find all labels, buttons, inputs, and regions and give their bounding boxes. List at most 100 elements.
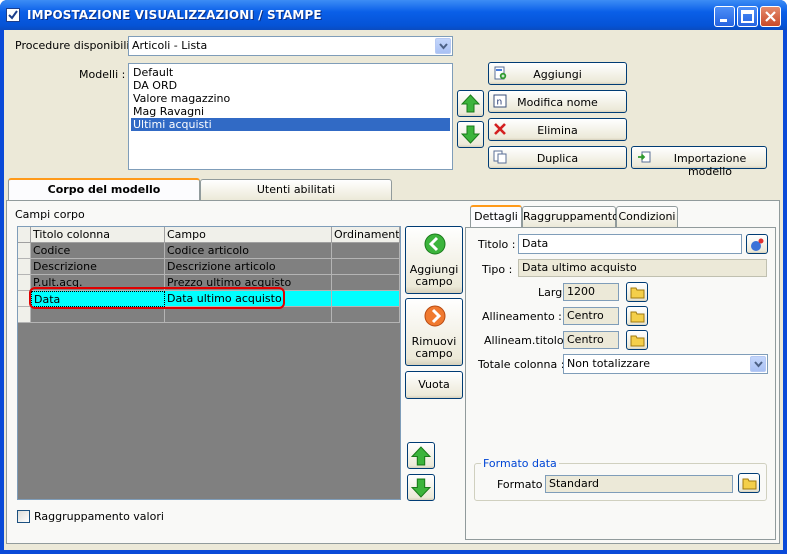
arrow-right-icon [424, 305, 446, 327]
aggiungi-label: Aggiungi [533, 68, 582, 81]
table-cell[interactable] [332, 307, 400, 323]
maximize-icon [741, 10, 754, 23]
checkmark-icon [6, 8, 20, 22]
rimuovi-campo-label: Rimuovi campo [411, 335, 457, 360]
table-cell[interactable]: Codice [31, 243, 165, 259]
table-row[interactable]: Codice Codice articolo [18, 243, 400, 259]
column-header[interactable]: Titolo colonna [31, 227, 165, 243]
modifica-nome-label: Modifica nome [517, 96, 598, 109]
close-button[interactable] [760, 6, 781, 27]
elimina-button[interactable]: Elimina [488, 118, 627, 141]
tab-raggruppamento-label: Raggruppamento [523, 210, 619, 223]
tipo-value: Data ultimo acquisto [518, 259, 767, 277]
raggruppamento-valori-checkbox[interactable] [17, 510, 30, 523]
row-indicator [18, 307, 31, 323]
tab-condizioni[interactable]: Condizioni [616, 206, 678, 227]
importazione-modello-button[interactable]: Importazione modello [631, 146, 767, 178]
allineam-titolo-label: Allineam.titolo : [484, 334, 571, 347]
row-indicator [18, 275, 31, 291]
importazione-label: Importazione modello [673, 152, 747, 178]
column-header[interactable]: Campo [165, 227, 332, 243]
tipo-label: Tipo : [482, 263, 513, 276]
table-cell[interactable] [31, 307, 165, 323]
move-down-button[interactable] [457, 121, 484, 148]
vuota-button[interactable]: Vuota [405, 371, 463, 399]
aggiungi-button[interactable]: Aggiungi [488, 62, 627, 85]
totale-colonna-select[interactable]: Non totalizzare [563, 354, 768, 374]
list-item[interactable]: Mag Ravagni [131, 105, 450, 118]
allineamento-label: Allineamento : [482, 310, 562, 323]
window-client: Procedure disponibili : Articoli - Lista… [4, 30, 783, 550]
duplica-label: Duplica [536, 152, 579, 165]
formato-data-title: Formato data [481, 457, 559, 470]
title-bar: IMPOSTAZIONE VISUALIZZAZIONI / STAMPE [0, 0, 787, 30]
modelli-listbox[interactable]: Default DA ORD Valore magazzino Mag Rava… [128, 63, 453, 170]
chevron-down-icon [439, 43, 448, 50]
row-indicator [18, 243, 31, 259]
folder-icon [742, 478, 757, 490]
formato-label: Formato : [497, 478, 550, 491]
list-item-selected[interactable]: Ultimi acquisti [131, 118, 450, 131]
maximize-button[interactable] [737, 6, 758, 27]
raggruppamento-valori-label: Raggruppamento valori [34, 510, 164, 523]
modifica-nome-button[interactable]: n Modifica nome [488, 90, 627, 113]
table-cell[interactable] [165, 307, 332, 323]
table-cell[interactable] [332, 291, 400, 307]
dropdown-button[interactable] [435, 38, 451, 54]
table-cell[interactable]: Codice articolo [165, 243, 332, 259]
tab-corpo-del-modello[interactable]: Corpo del modello [8, 178, 200, 200]
folder-icon [630, 335, 645, 347]
palette-icon [751, 238, 764, 251]
table-cell[interactable]: Descrizione articolo [165, 259, 332, 275]
allineam-titolo-folder-button[interactable] [626, 330, 648, 350]
app-window: IMPOSTAZIONE VISUALIZZAZIONI / STAMPE Pr… [0, 0, 787, 554]
allineamento-folder-button[interactable] [626, 306, 648, 326]
arrow-up-icon [461, 94, 480, 113]
list-item[interactable]: Default [131, 66, 450, 79]
procedure-value: Articoli - Lista [132, 39, 208, 52]
minimize-icon [720, 19, 727, 22]
allineam-titolo-value[interactable]: Centro [563, 331, 619, 349]
tab-raggruppamento[interactable]: Raggruppamento [522, 206, 619, 227]
titolo-input[interactable]: Data [518, 234, 742, 254]
allineamento-value[interactable]: Centro [563, 307, 619, 325]
color-picker-button[interactable] [746, 234, 768, 254]
table-header: Titolo colonna Campo Ordinamento [18, 227, 400, 243]
field-down-button[interactable] [407, 474, 435, 501]
procedure-label: Procedure disponibili : [15, 39, 137, 52]
table-cell[interactable] [332, 259, 400, 275]
totale-colonna-value: Non totalizzare [567, 357, 650, 370]
larg-value[interactable]: 1200 [563, 283, 619, 301]
totale-colonna-label: Totale colonna : [478, 358, 565, 371]
import-icon [638, 151, 651, 163]
tab-dettagli[interactable]: Dettagli [470, 205, 522, 227]
list-item[interactable]: Valore magazzino [131, 92, 450, 105]
field-up-button[interactable] [407, 442, 435, 469]
table-cell[interactable] [332, 275, 400, 291]
dropdown-button[interactable] [750, 356, 766, 372]
tab-condizioni-label: Condizioni [618, 210, 676, 223]
aggiungi-campo-label: Aggiungi campo [409, 263, 459, 288]
chevron-down-icon [754, 361, 763, 368]
table-row[interactable]: Descrizione Descrizione articolo [18, 259, 400, 275]
arrow-down-icon [461, 125, 480, 144]
duplica-button[interactable]: Duplica [488, 146, 627, 169]
formato-value[interactable]: Standard [545, 475, 733, 493]
campi-grid[interactable]: Titolo colonna Campo Ordinamento Codice … [17, 226, 401, 500]
row-indicator [18, 259, 31, 275]
table-cell[interactable] [332, 243, 400, 259]
rimuovi-campo-button[interactable]: Rimuovi campo [405, 298, 463, 366]
list-item[interactable]: DA ORD [131, 79, 450, 92]
formato-folder-button[interactable] [738, 473, 760, 493]
arrow-up-icon [411, 446, 431, 466]
table-cell[interactable]: Descrizione [31, 259, 165, 275]
minimize-button[interactable] [714, 6, 735, 27]
tab-utenti-abilitati[interactable]: Utenti abilitati [200, 179, 392, 200]
aggiungi-campo-button[interactable]: Aggiungi campo [405, 226, 463, 294]
procedure-select[interactable]: Articoli - Lista [128, 36, 453, 56]
column-header[interactable]: Ordinamento [332, 227, 400, 243]
move-up-button[interactable] [457, 90, 484, 117]
table-row[interactable] [18, 307, 400, 323]
formato-data-group: Formato data Formato : Standard [474, 457, 767, 501]
larg-folder-button[interactable] [626, 282, 648, 302]
